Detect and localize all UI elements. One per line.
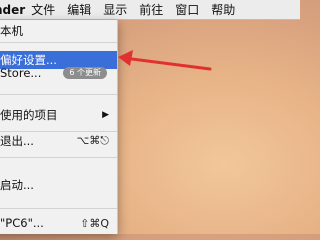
red-arrow-annotation-icon bbox=[118, 50, 212, 71]
